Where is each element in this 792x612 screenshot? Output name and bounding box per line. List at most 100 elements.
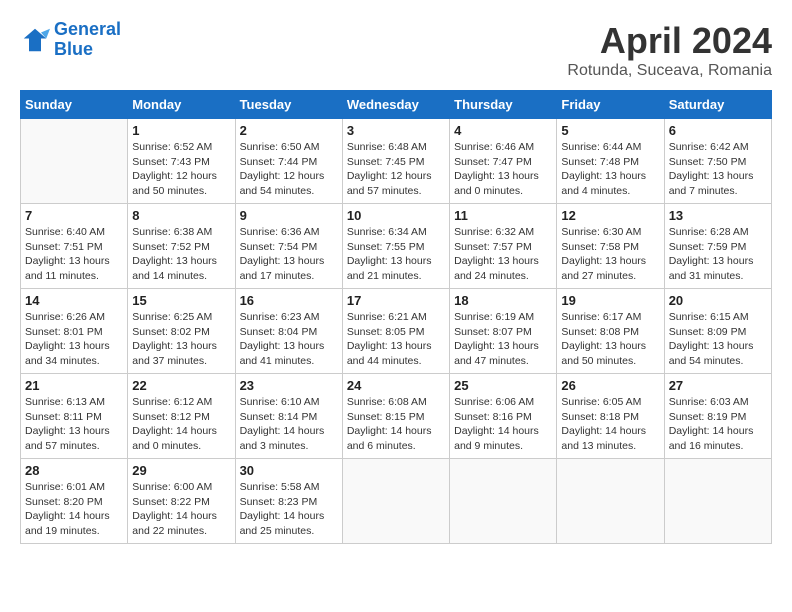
logo-line1: General [54,19,121,39]
logo: General Blue [20,20,121,60]
calendar-body: 1Sunrise: 6:52 AM Sunset: 7:43 PM Daylig… [21,119,772,544]
calendar-cell: 3 Sunrise: 6:48 AM Sunset: 7:45 PM Daylig… [342,119,449,204]
day-number: 22 [132,378,230,393]
day-number: 28 [25,463,123,478]
calendar-cell: 27Sunrise: 6:03 AM Sunset: 8:19 PM Dayli… [664,374,771,459]
day-info: Sunrise: 6:40 AM Sunset: 7:51 PM Dayligh… [25,225,123,284]
calendar-cell: 23 Sunrise: 6:10 AM Sunset: 8:14 PM Dayli… [235,374,342,459]
day-info: Sunrise: 5:58 AM Sunset: 8:23 PM Dayligh… [240,480,338,539]
logo-line2: Blue [54,39,93,59]
day-info: Sunrise: 6:23 AM Sunset: 8:04 PM Dayligh… [240,310,338,369]
calendar-cell: 21 Sunrise: 6:13 AM Sunset: 8:11 PM Dayli… [21,374,128,459]
calendar-cell [664,459,771,544]
calendar-cell: 8 Sunrise: 6:38 AM Sunset: 7:52 PM Daylig… [128,204,235,289]
calendar-cell [342,459,449,544]
logo-icon [20,25,50,55]
calendar-cell: 15 Sunrise: 6:25 AM Sunset: 8:02 PM Dayli… [128,289,235,374]
calendar-header: SundayMondayTuesdayWednesdayThursdayFrid… [21,91,772,119]
calendar-week-row: 14 Sunrise: 6:26 AM Sunset: 8:01 PM Dayli… [21,289,772,374]
day-info: Sunrise: 6:46 AM Sunset: 7:47 PM Dayligh… [454,140,552,199]
day-info: Sunrise: 6:00 AM Sunset: 8:22 PM Dayligh… [132,480,230,539]
day-info: Sunrise: 6:38 AM Sunset: 7:52 PM Dayligh… [132,225,230,284]
calendar-cell: 28 Sunrise: 6:01 AM Sunset: 8:20 PM Dayli… [21,459,128,544]
day-info: Sunrise: 6:30 AM Sunset: 7:58 PM Dayligh… [561,225,659,284]
day-info: Sunrise: 6:05 AM Sunset: 8:18 PM Dayligh… [561,395,659,454]
calendar-cell: 30Sunrise: 5:58 AM Sunset: 8:23 PM Dayli… [235,459,342,544]
day-number: 24 [347,378,445,393]
day-info: Sunrise: 6:10 AM Sunset: 8:14 PM Dayligh… [240,395,338,454]
calendar-cell [557,459,664,544]
day-number: 20 [669,293,767,308]
day-info: Sunrise: 6:03 AM Sunset: 8:19 PM Dayligh… [669,395,767,454]
day-info: Sunrise: 6:01 AM Sunset: 8:20 PM Dayligh… [25,480,123,539]
calendar-cell: 25Sunrise: 6:06 AM Sunset: 8:16 PM Dayli… [450,374,557,459]
day-number: 4 [454,123,552,138]
calendar-week-row: 1Sunrise: 6:52 AM Sunset: 7:43 PM Daylig… [21,119,772,204]
logo-text: General Blue [54,20,121,60]
calendar-cell: 16 Sunrise: 6:23 AM Sunset: 8:04 PM Dayli… [235,289,342,374]
day-info: Sunrise: 6:25 AM Sunset: 8:02 PM Dayligh… [132,310,230,369]
day-of-week-header: Tuesday [235,91,342,119]
day-info: Sunrise: 6:21 AM Sunset: 8:05 PM Dayligh… [347,310,445,369]
day-info: Sunrise: 6:34 AM Sunset: 7:55 PM Dayligh… [347,225,445,284]
day-number: 14 [25,293,123,308]
day-number: 21 [25,378,123,393]
day-info: Sunrise: 6:12 AM Sunset: 8:12 PM Dayligh… [132,395,230,454]
day-info: Sunrise: 6:19 AM Sunset: 8:07 PM Dayligh… [454,310,552,369]
calendar-cell: 5Sunrise: 6:44 AM Sunset: 7:48 PM Daylig… [557,119,664,204]
calendar-cell: 4 Sunrise: 6:46 AM Sunset: 7:47 PM Daylig… [450,119,557,204]
day-number: 5 [561,123,659,138]
day-number: 16 [240,293,338,308]
day-number: 19 [561,293,659,308]
day-number: 2 [240,123,338,138]
calendar-cell: 12 Sunrise: 6:30 AM Sunset: 7:58 PM Dayli… [557,204,664,289]
day-info: Sunrise: 6:50 AM Sunset: 7:44 PM Dayligh… [240,140,338,199]
day-number: 25 [454,378,552,393]
day-info: Sunrise: 6:13 AM Sunset: 8:11 PM Dayligh… [25,395,123,454]
calendar-cell: 10 Sunrise: 6:34 AM Sunset: 7:55 PM Dayli… [342,204,449,289]
day-number: 8 [132,208,230,223]
calendar-cell [21,119,128,204]
calendar-cell: 2 Sunrise: 6:50 AM Sunset: 7:44 PM Daylig… [235,119,342,204]
calendar-cell: 1Sunrise: 6:52 AM Sunset: 7:43 PM Daylig… [128,119,235,204]
calendar-cell: 29 Sunrise: 6:00 AM Sunset: 8:22 PM Dayli… [128,459,235,544]
day-info: Sunrise: 6:36 AM Sunset: 7:54 PM Dayligh… [240,225,338,284]
day-info: Sunrise: 6:48 AM Sunset: 7:45 PM Dayligh… [347,140,445,199]
calendar-cell: 22 Sunrise: 6:12 AM Sunset: 8:12 PM Dayli… [128,374,235,459]
calendar-week-row: 28 Sunrise: 6:01 AM Sunset: 8:20 PM Dayli… [21,459,772,544]
calendar-week-row: 7 Sunrise: 6:40 AM Sunset: 7:51 PM Daylig… [21,204,772,289]
day-number: 17 [347,293,445,308]
calendar-cell: 6 Sunrise: 6:42 AM Sunset: 7:50 PM Daylig… [664,119,771,204]
calendar-week-row: 21 Sunrise: 6:13 AM Sunset: 8:11 PM Dayli… [21,374,772,459]
day-number: 29 [132,463,230,478]
calendar-table: SundayMondayTuesdayWednesdayThursdayFrid… [20,90,772,544]
calendar-cell: 26Sunrise: 6:05 AM Sunset: 8:18 PM Dayli… [557,374,664,459]
day-number: 12 [561,208,659,223]
day-of-week-header: Saturday [664,91,771,119]
day-info: Sunrise: 6:15 AM Sunset: 8:09 PM Dayligh… [669,310,767,369]
day-number: 7 [25,208,123,223]
day-number: 3 [347,123,445,138]
day-number: 13 [669,208,767,223]
calendar-cell: 17 Sunrise: 6:21 AM Sunset: 8:05 PM Dayli… [342,289,449,374]
day-number: 23 [240,378,338,393]
day-info: Sunrise: 6:42 AM Sunset: 7:50 PM Dayligh… [669,140,767,199]
calendar-cell: 14 Sunrise: 6:26 AM Sunset: 8:01 PM Dayli… [21,289,128,374]
day-info: Sunrise: 6:32 AM Sunset: 7:57 PM Dayligh… [454,225,552,284]
day-of-week-header: Monday [128,91,235,119]
day-number: 15 [132,293,230,308]
calendar-cell: 19Sunrise: 6:17 AM Sunset: 8:08 PM Dayli… [557,289,664,374]
day-info: Sunrise: 6:26 AM Sunset: 8:01 PM Dayligh… [25,310,123,369]
day-info: Sunrise: 6:28 AM Sunset: 7:59 PM Dayligh… [669,225,767,284]
calendar-cell: 13 Sunrise: 6:28 AM Sunset: 7:59 PM Dayli… [664,204,771,289]
day-of-week-header: Wednesday [342,91,449,119]
day-number: 6 [669,123,767,138]
day-number: 10 [347,208,445,223]
day-info: Sunrise: 6:08 AM Sunset: 8:15 PM Dayligh… [347,395,445,454]
calendar-cell: 9Sunrise: 6:36 AM Sunset: 7:54 PM Daylig… [235,204,342,289]
day-number: 11 [454,208,552,223]
title-block: April 2024 Rotunda, Suceava, Romania [567,20,772,80]
calendar-cell: 24 Sunrise: 6:08 AM Sunset: 8:15 PM Dayli… [342,374,449,459]
day-of-week-header: Thursday [450,91,557,119]
day-of-week-header: Friday [557,91,664,119]
